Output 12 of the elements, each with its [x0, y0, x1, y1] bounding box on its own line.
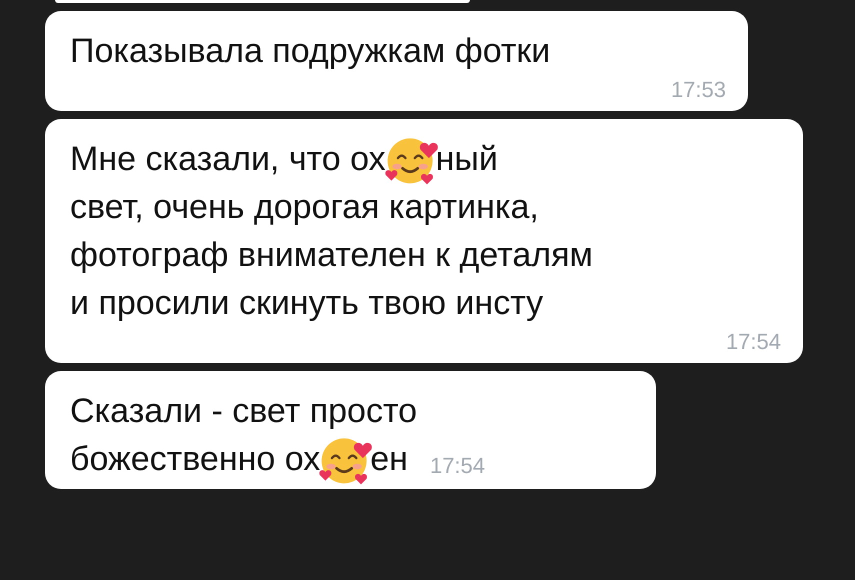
message-time: 17:54 — [430, 452, 486, 480]
message-time: 17:54 — [726, 328, 781, 356]
message-text: Показывала подружкам фотки — [70, 31, 550, 72]
message-text: ный — [436, 139, 498, 180]
message-text: божественно ох — [70, 439, 320, 480]
message-text: ен — [370, 439, 408, 480]
message-text: Сказали - свет просто — [70, 391, 418, 432]
message-text: фотограф внимателен к деталям — [70, 235, 593, 276]
message-time: 17:53 — [670, 76, 726, 104]
message-text: и просили скинуть твою инсту — [70, 283, 544, 324]
message-text: Мне сказали, что ох — [70, 139, 386, 180]
message-text: свет, очень дорогая картинка, — [70, 187, 539, 228]
